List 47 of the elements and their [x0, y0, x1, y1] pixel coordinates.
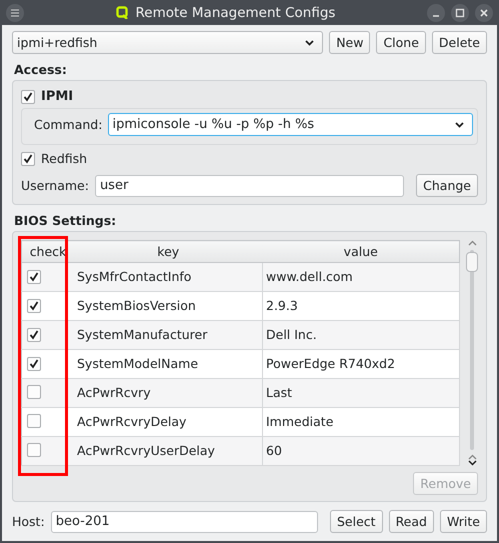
table-cell: AcPwrRcvryUserDelay — [74, 436, 262, 466]
change-button[interactable]: Change — [416, 174, 478, 197]
host-button[interactable]: Select — [330, 510, 383, 533]
username-field[interactable]: user — [94, 174, 404, 196]
checkbox[interactable] — [27, 356, 41, 370]
checkbox[interactable] — [27, 298, 41, 312]
table-cell: Dell Inc. — [262, 320, 460, 350]
config-dropdown[interactable]: ipmi+redfish — [12, 31, 324, 54]
host-button[interactable]: Read — [388, 510, 434, 533]
column-header[interactable]: value — [262, 240, 460, 262]
scroll-down-icon[interactable] — [468, 460, 476, 466]
menu-icon[interactable] — [6, 4, 24, 22]
column-header[interactable]: check — [22, 240, 74, 262]
table-cell: Last — [262, 378, 460, 408]
section-title: BIOS Settings: — [14, 213, 118, 228]
maximize-icon[interactable] — [451, 4, 469, 22]
checkbox[interactable] — [27, 384, 41, 398]
table-cell: SysMfrContactInfo — [74, 262, 262, 292]
table-cell: AcPwrRcvry — [74, 378, 262, 408]
app-logo-icon — [116, 6, 128, 19]
checkbox[interactable] — [27, 270, 41, 284]
field-label: Command: — [34, 117, 102, 132]
section-title: Access: — [14, 62, 68, 77]
window-title: Remote Management Configs — [136, 4, 336, 20]
field-label: Username: — [21, 178, 89, 193]
checkbox[interactable] — [27, 442, 41, 456]
column-header[interactable]: key — [74, 240, 262, 262]
checkbox[interactable] — [27, 414, 41, 428]
checkbox[interactable] — [21, 152, 35, 166]
command-field[interactable]: ipmiconsole -u %u -p %p -h %s — [108, 113, 473, 136]
config-button[interactable]: New — [329, 31, 370, 54]
config-button[interactable]: Delete — [432, 31, 487, 54]
config-button[interactable]: Clone — [376, 31, 426, 54]
close-icon[interactable] — [475, 4, 493, 22]
checkbox-label: Redfish — [41, 151, 88, 166]
minimize-icon[interactable] — [427, 4, 445, 22]
table-cell: SystemManufacturer — [74, 320, 262, 350]
checkbox-label: IPMI — [41, 89, 74, 104]
host-button[interactable]: Write — [440, 510, 487, 533]
scroll-thumb[interactable] — [466, 252, 478, 272]
checkbox[interactable] — [21, 90, 35, 104]
host-field[interactable]: beo-201 — [50, 510, 318, 532]
table-cell: 60 — [262, 436, 460, 466]
table-cell: www.dell.com — [262, 262, 460, 292]
checkbox[interactable] — [27, 328, 41, 342]
scroll-up-icon[interactable] — [468, 240, 476, 246]
field-label: Host: — [12, 514, 45, 529]
